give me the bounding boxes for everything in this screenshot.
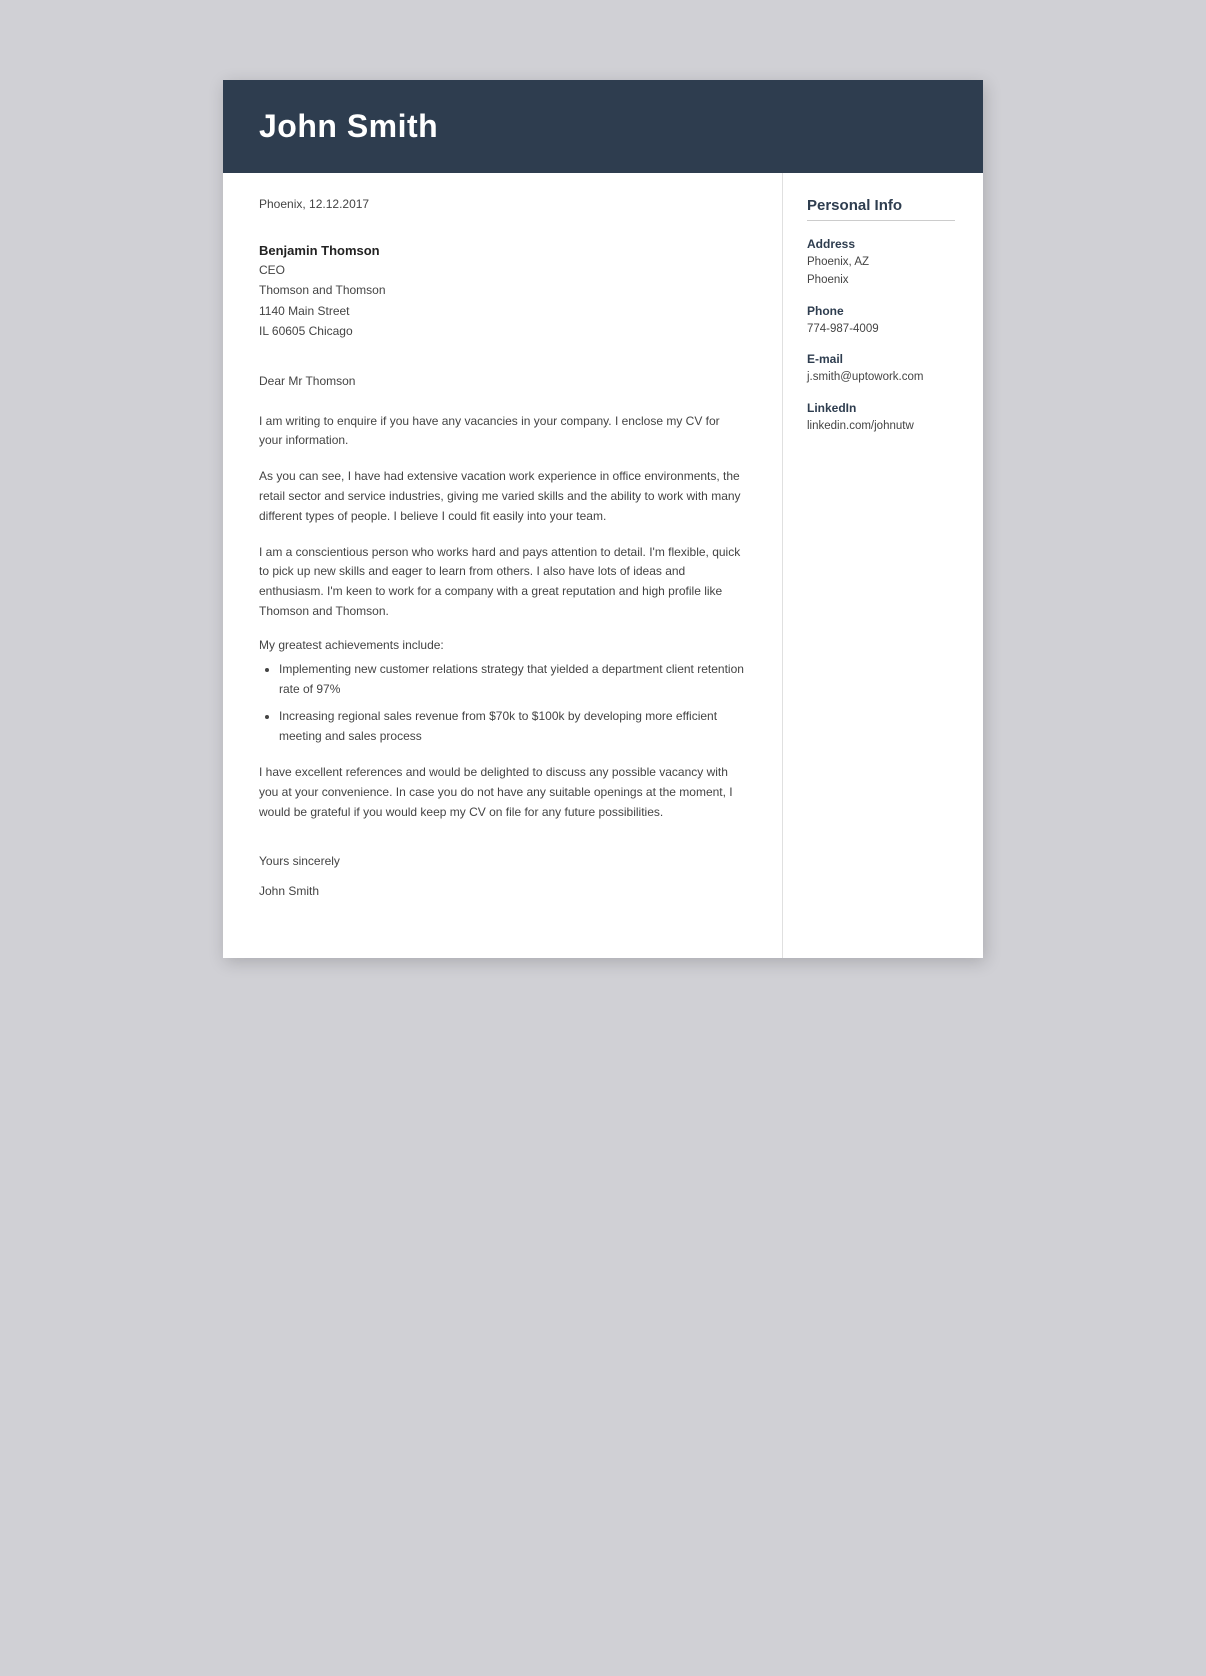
recipient-name: Benjamin Thomson xyxy=(259,243,746,258)
sidebar-email: E-mail j.smith@uptowork.com xyxy=(807,352,955,386)
achievements-intro: My greatest achievements include: xyxy=(259,638,746,652)
bullet-item-2: Increasing regional sales revenue from $… xyxy=(279,707,746,747)
paragraph-3: I am a conscientious person who works ha… xyxy=(259,543,746,622)
cover-letter-page: John Smith Phoenix, 12.12.2017 Benjamin … xyxy=(223,80,983,958)
sidebar-phone-value: 774-987-4009 xyxy=(807,320,955,338)
header-section: John Smith xyxy=(223,80,983,173)
sidebar-address-label: Address xyxy=(807,237,955,251)
sidebar-email-value: j.smith@uptowork.com xyxy=(807,368,955,386)
closing: Yours sincerely xyxy=(259,854,746,868)
main-content: Phoenix, 12.12.2017 Benjamin Thomson CEO… xyxy=(223,173,783,958)
recipient-street: 1140 Main Street xyxy=(259,301,746,321)
sidebar: Personal Info Address Phoenix, AZ Phoeni… xyxy=(783,173,983,958)
recipient-company: Thomson and Thomson xyxy=(259,280,746,300)
sidebar-phone: Phone 774-987-4009 xyxy=(807,304,955,338)
sidebar-email-label: E-mail xyxy=(807,352,955,366)
date-line: Phoenix, 12.12.2017 xyxy=(259,197,746,211)
bullet-list: Implementing new customer relations stra… xyxy=(279,660,746,747)
signature: John Smith xyxy=(259,884,746,898)
content-area: Phoenix, 12.12.2017 Benjamin Thomson CEO… xyxy=(223,173,983,958)
sidebar-linkedin-label: LinkedIn xyxy=(807,401,955,415)
sidebar-address: Address Phoenix, AZ Phoenix xyxy=(807,237,955,290)
paragraph-1: I am writing to enquire if you have any … xyxy=(259,412,746,452)
recipient-city: IL 60605 Chicago xyxy=(259,321,746,341)
recipient-title: CEO xyxy=(259,260,746,280)
sidebar-linkedin-value: linkedin.com/johnutw xyxy=(807,417,955,435)
sidebar-address-line1: Phoenix, AZ xyxy=(807,253,955,271)
sidebar-linkedin: LinkedIn linkedin.com/johnutw xyxy=(807,401,955,435)
applicant-name: John Smith xyxy=(259,108,947,145)
sidebar-title: Personal Info xyxy=(807,197,955,221)
recipient-block: Benjamin Thomson CEO Thomson and Thomson… xyxy=(259,243,746,342)
sidebar-phone-label: Phone xyxy=(807,304,955,318)
bullet-item-1: Implementing new customer relations stra… xyxy=(279,660,746,700)
paragraph-2: As you can see, I have had extensive vac… xyxy=(259,467,746,526)
salutation: Dear Mr Thomson xyxy=(259,374,746,388)
closing-paragraph: I have excellent references and would be… xyxy=(259,763,746,822)
sidebar-address-line2: Phoenix xyxy=(807,271,955,289)
